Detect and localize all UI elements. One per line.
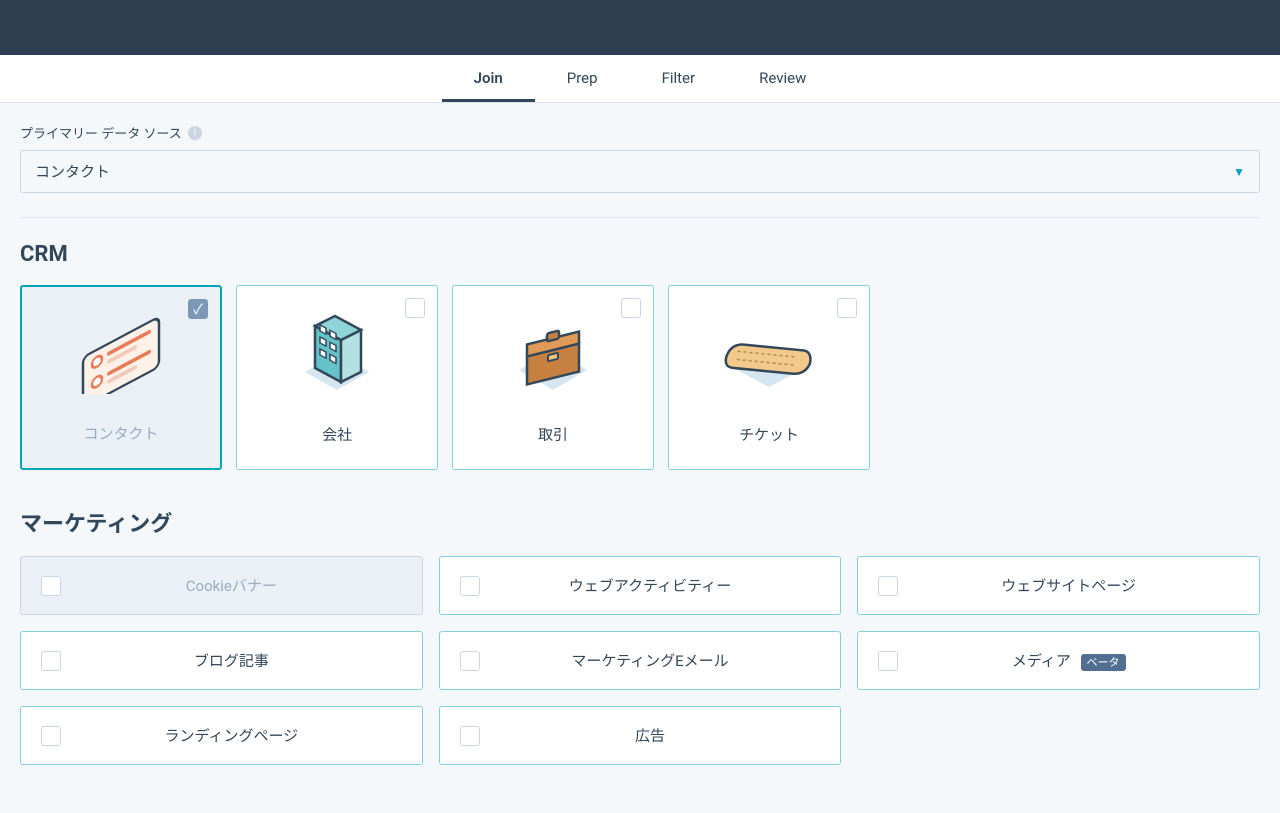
checkbox-icon xyxy=(460,651,480,671)
primary-source-value: コンタクト xyxy=(35,161,110,182)
marketing-item-label: 広告 xyxy=(480,725,821,746)
beta-badge: ベータ xyxy=(1081,654,1126,671)
marketing-item-landing-page[interactable]: ランディングページ xyxy=(20,706,423,765)
tab-join[interactable]: Join xyxy=(442,55,535,102)
marketing-item-label: ウェブサイトページ xyxy=(898,575,1239,596)
marketing-item-website-page[interactable]: ウェブサイトページ xyxy=(857,556,1260,615)
checkbox-icon xyxy=(837,298,857,318)
section-title-crm: CRM xyxy=(20,242,1260,267)
marketing-item-label: ブログ記事 xyxy=(61,650,402,671)
media-text: メディア xyxy=(1012,652,1071,670)
marketing-item-label: マーケティングEメール xyxy=(480,650,821,671)
card-label: 会社 xyxy=(322,424,352,445)
marketing-item-blog-post[interactable]: ブログ記事 xyxy=(20,631,423,690)
marketing-grid: Cookieバナー ウェブアクティビティー ウェブサイトページ ブログ記事 マー… xyxy=(20,556,1260,765)
marketing-item-label: ランディングページ xyxy=(61,725,402,746)
checkbox-icon xyxy=(878,576,898,596)
tab-review[interactable]: Review xyxy=(727,55,838,102)
marketing-item-cookie-banner: Cookieバナー xyxy=(20,556,423,615)
marketing-item-label: ウェブアクティビティー xyxy=(480,575,821,596)
card-label: コンタクト xyxy=(83,423,158,444)
marketing-item-marketing-email[interactable]: マーケティングEメール xyxy=(439,631,842,690)
top-bar xyxy=(0,0,1280,55)
primary-source-label: プライマリー データ ソース i xyxy=(20,123,1260,142)
crm-card-companies[interactable]: 会社 xyxy=(236,285,438,470)
marketing-item-ads[interactable]: 広告 xyxy=(439,706,842,765)
section-title-marketing: マーケティング xyxy=(20,506,1260,538)
checkbox-icon xyxy=(41,651,61,671)
marketing-item-media[interactable]: メディア ベータ xyxy=(857,631,1260,690)
info-icon[interactable]: i xyxy=(188,126,202,140)
checkbox-icon xyxy=(460,726,480,746)
chevron-down-icon: ▼ xyxy=(1233,165,1245,179)
marketing-item-label: Cookieバナー xyxy=(61,575,402,596)
tab-filter[interactable]: Filter xyxy=(630,55,728,102)
checkbox-icon xyxy=(460,576,480,596)
card-label: 取引 xyxy=(538,424,568,445)
marketing-item-web-activity[interactable]: ウェブアクティビティー xyxy=(439,556,842,615)
checkbox-icon xyxy=(41,726,61,746)
checkbox-icon xyxy=(405,298,425,318)
checkbox-icon xyxy=(621,298,641,318)
tabs-bar: Join Prep Filter Review xyxy=(0,55,1280,103)
tab-prep[interactable]: Prep xyxy=(535,55,630,102)
checkbox-checked-icon: ✓ xyxy=(188,299,208,319)
marketing-item-label: メディア ベータ xyxy=(898,650,1239,671)
crm-card-contacts[interactable]: ✓ xyxy=(20,285,222,470)
crm-card-tickets[interactable]: チケット xyxy=(668,285,870,470)
checkbox-icon xyxy=(41,576,61,596)
primary-source-select[interactable]: コンタクト ▼ xyxy=(20,150,1260,193)
crm-card-deals[interactable]: 取引 xyxy=(452,285,654,470)
crm-card-row: ✓ xyxy=(20,285,1260,470)
checkbox-icon xyxy=(878,651,898,671)
card-label: チケット xyxy=(739,424,799,445)
divider xyxy=(20,217,1260,218)
primary-source-label-text: プライマリー データ ソース xyxy=(20,123,182,142)
